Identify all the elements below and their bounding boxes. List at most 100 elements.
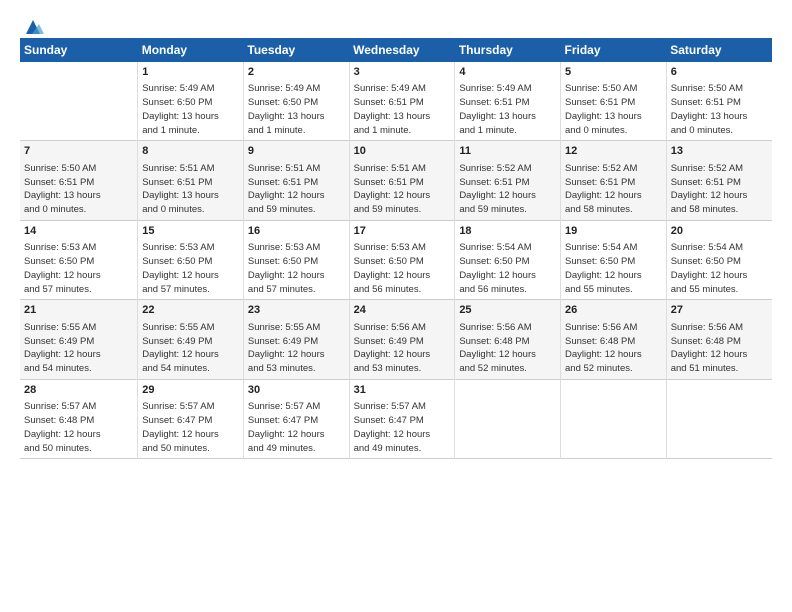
- col-header-monday: Monday: [138, 38, 244, 62]
- calendar-cell: 9Sunrise: 5:51 AM Sunset: 6:51 PM Daylig…: [243, 141, 349, 220]
- calendar-cell: 25 Sunrise: 5:56 AM Sunset: 6:48 PM Dayli…: [455, 300, 561, 379]
- calendar-cell: [20, 62, 138, 141]
- calendar-cell: [561, 379, 667, 458]
- cell-info: Sunrise: 5:56 AM Sunset: 6:49 PM Dayligh…: [354, 321, 451, 376]
- cell-info: Sunrise: 5:57 AM Sunset: 6:47 PM Dayligh…: [354, 400, 451, 455]
- day-number: 30: [248, 383, 345, 398]
- day-number: 24: [354, 303, 451, 318]
- calendar-cell: 26Sunrise: 5:56 AM Sunset: 6:48 PM Dayli…: [561, 300, 667, 379]
- day-number: 25: [459, 303, 556, 318]
- cell-info: Sunrise: 5:51 AM Sunset: 6:51 PM Dayligh…: [354, 162, 451, 217]
- cell-info: Sunrise: 5:50 AM Sunset: 6:51 PM Dayligh…: [24, 162, 133, 217]
- cell-info: Sunrise: 5:56 AM Sunset: 6:48 PM Dayligh…: [671, 321, 768, 376]
- calendar-cell: 6 Sunrise: 5:50 AM Sunset: 6:51 PM Daylig…: [666, 62, 772, 141]
- cell-info: Sunrise: 5:52 AM Sunset: 6:51 PM Dayligh…: [565, 162, 662, 217]
- cell-info: Sunrise: 5:52 AM Sunset: 6:51 PM Dayligh…: [459, 162, 556, 217]
- cell-info: Sunrise: 5:53 AM Sunset: 6:50 PM Dayligh…: [142, 241, 239, 296]
- day-number: 27: [671, 303, 768, 318]
- calendar-cell: 3 Sunrise: 5:49 AM Sunset: 6:51 PM Daylig…: [349, 62, 455, 141]
- calendar-cell: 8Sunrise: 5:51 AM Sunset: 6:51 PM Daylig…: [138, 141, 244, 220]
- calendar-cell: 10 Sunrise: 5:51 AM Sunset: 6:51 PM Dayli…: [349, 141, 455, 220]
- header-row: SundayMondayTuesdayWednesdayThursdayFrid…: [20, 38, 772, 62]
- day-number: 21: [24, 303, 133, 318]
- col-header-friday: Friday: [561, 38, 667, 62]
- calendar-cell: 7 Sunrise: 5:50 AM Sunset: 6:51 PM Daylig…: [20, 141, 138, 220]
- day-number: 1: [142, 65, 239, 80]
- calendar-cell: 21 Sunrise: 5:55 AM Sunset: 6:49 PM Dayli…: [20, 300, 138, 379]
- cell-info: Sunrise: 5:56 AM Sunset: 6:48 PM Dayligh…: [459, 321, 556, 376]
- calendar-row: 1 Sunrise: 5:49 AM Sunset: 6:50 PM Daylig…: [20, 62, 772, 141]
- calendar-cell: 30 Sunrise: 5:57 AM Sunset: 6:47 PM Dayli…: [243, 379, 349, 458]
- day-number: 22: [142, 303, 239, 318]
- day-number: 7: [24, 144, 133, 159]
- calendar-cell: 17 Sunrise: 5:53 AM Sunset: 6:50 PM Dayli…: [349, 220, 455, 299]
- day-number: 3: [354, 65, 451, 80]
- page: SundayMondayTuesdayWednesdayThursdayFrid…: [0, 0, 792, 469]
- cell-info: Sunrise: 5:54 AM Sunset: 6:50 PM Dayligh…: [459, 241, 556, 296]
- cell-info: Sunrise: 5:51 AM Sunset: 6:51 PM Dayligh…: [142, 162, 239, 217]
- day-number: 20: [671, 224, 768, 239]
- cell-info: Sunrise: 5:53 AM Sunset: 6:50 PM Dayligh…: [24, 241, 133, 296]
- day-number: 31: [354, 383, 451, 398]
- calendar-cell: 5 Sunrise: 5:50 AM Sunset: 6:51 PM Daylig…: [561, 62, 667, 141]
- cell-info: Sunrise: 5:53 AM Sunset: 6:50 PM Dayligh…: [248, 241, 345, 296]
- calendar-cell: 28Sunrise: 5:57 AM Sunset: 6:48 PM Dayli…: [20, 379, 138, 458]
- calendar-cell: 20 Sunrise: 5:54 AM Sunset: 6:50 PM Dayli…: [666, 220, 772, 299]
- calendar-row: 21 Sunrise: 5:55 AM Sunset: 6:49 PM Dayli…: [20, 300, 772, 379]
- col-header-sunday: Sunday: [20, 38, 138, 62]
- calendar-cell: 18 Sunrise: 5:54 AM Sunset: 6:50 PM Dayli…: [455, 220, 561, 299]
- calendar-cell: 29 Sunrise: 5:57 AM Sunset: 6:47 PM Dayli…: [138, 379, 244, 458]
- calendar-cell: 12Sunrise: 5:52 AM Sunset: 6:51 PM Dayli…: [561, 141, 667, 220]
- calendar-cell: [666, 379, 772, 458]
- col-header-saturday: Saturday: [666, 38, 772, 62]
- calendar-cell: 31 Sunrise: 5:57 AM Sunset: 6:47 PM Dayli…: [349, 379, 455, 458]
- cell-info: Sunrise: 5:51 AM Sunset: 6:51 PM Dayligh…: [248, 162, 345, 217]
- cell-info: Sunrise: 5:55 AM Sunset: 6:49 PM Dayligh…: [248, 321, 345, 376]
- day-number: 2: [248, 65, 345, 80]
- cell-info: Sunrise: 5:49 AM Sunset: 6:50 PM Dayligh…: [248, 82, 345, 137]
- day-number: 11: [459, 144, 556, 159]
- calendar-cell: 16Sunrise: 5:53 AM Sunset: 6:50 PM Dayli…: [243, 220, 349, 299]
- calendar-cell: 19 Sunrise: 5:54 AM Sunset: 6:50 PM Dayli…: [561, 220, 667, 299]
- day-number: 5: [565, 65, 662, 80]
- calendar-cell: 2 Sunrise: 5:49 AM Sunset: 6:50 PM Daylig…: [243, 62, 349, 141]
- header: [20, 16, 772, 34]
- col-header-thursday: Thursday: [455, 38, 561, 62]
- cell-info: Sunrise: 5:50 AM Sunset: 6:51 PM Dayligh…: [565, 82, 662, 137]
- day-number: 23: [248, 303, 345, 318]
- calendar-cell: 1Sunrise: 5:49 AM Sunset: 6:50 PM Daylig…: [138, 62, 244, 141]
- calendar-cell: 11 Sunrise: 5:52 AM Sunset: 6:51 PM Dayli…: [455, 141, 561, 220]
- day-number: 14: [24, 224, 133, 239]
- col-header-tuesday: Tuesday: [243, 38, 349, 62]
- day-number: 10: [354, 144, 451, 159]
- day-number: 28: [24, 383, 133, 398]
- cell-info: Sunrise: 5:54 AM Sunset: 6:50 PM Dayligh…: [565, 241, 662, 296]
- cell-info: Sunrise: 5:57 AM Sunset: 6:47 PM Dayligh…: [248, 400, 345, 455]
- day-number: 17: [354, 224, 451, 239]
- calendar-cell: 14 Sunrise: 5:53 AM Sunset: 6:50 PM Dayli…: [20, 220, 138, 299]
- day-number: 15: [142, 224, 239, 239]
- calendar-row: 14 Sunrise: 5:53 AM Sunset: 6:50 PM Dayli…: [20, 220, 772, 299]
- calendar-cell: 27 Sunrise: 5:56 AM Sunset: 6:48 PM Dayli…: [666, 300, 772, 379]
- calendar-cell: 4Sunrise: 5:49 AM Sunset: 6:51 PM Daylig…: [455, 62, 561, 141]
- cell-info: Sunrise: 5:49 AM Sunset: 6:51 PM Dayligh…: [354, 82, 451, 137]
- col-header-wednesday: Wednesday: [349, 38, 455, 62]
- calendar-row: 7 Sunrise: 5:50 AM Sunset: 6:51 PM Daylig…: [20, 141, 772, 220]
- day-number: 6: [671, 65, 768, 80]
- calendar-cell: [455, 379, 561, 458]
- cell-info: Sunrise: 5:52 AM Sunset: 6:51 PM Dayligh…: [671, 162, 768, 217]
- cell-info: Sunrise: 5:55 AM Sunset: 6:49 PM Dayligh…: [24, 321, 133, 376]
- calendar-table: SundayMondayTuesdayWednesdayThursdayFrid…: [20, 38, 772, 459]
- cell-info: Sunrise: 5:49 AM Sunset: 6:51 PM Dayligh…: [459, 82, 556, 137]
- calendar-cell: 23 Sunrise: 5:55 AM Sunset: 6:49 PM Dayli…: [243, 300, 349, 379]
- day-number: 29: [142, 383, 239, 398]
- day-number: 18: [459, 224, 556, 239]
- calendar-cell: 22Sunrise: 5:55 AM Sunset: 6:49 PM Dayli…: [138, 300, 244, 379]
- calendar-cell: 15 Sunrise: 5:53 AM Sunset: 6:50 PM Dayli…: [138, 220, 244, 299]
- cell-info: Sunrise: 5:54 AM Sunset: 6:50 PM Dayligh…: [671, 241, 768, 296]
- cell-info: Sunrise: 5:57 AM Sunset: 6:47 PM Dayligh…: [142, 400, 239, 455]
- cell-info: Sunrise: 5:50 AM Sunset: 6:51 PM Dayligh…: [671, 82, 768, 137]
- day-number: 19: [565, 224, 662, 239]
- cell-info: Sunrise: 5:53 AM Sunset: 6:50 PM Dayligh…: [354, 241, 451, 296]
- day-number: 26: [565, 303, 662, 318]
